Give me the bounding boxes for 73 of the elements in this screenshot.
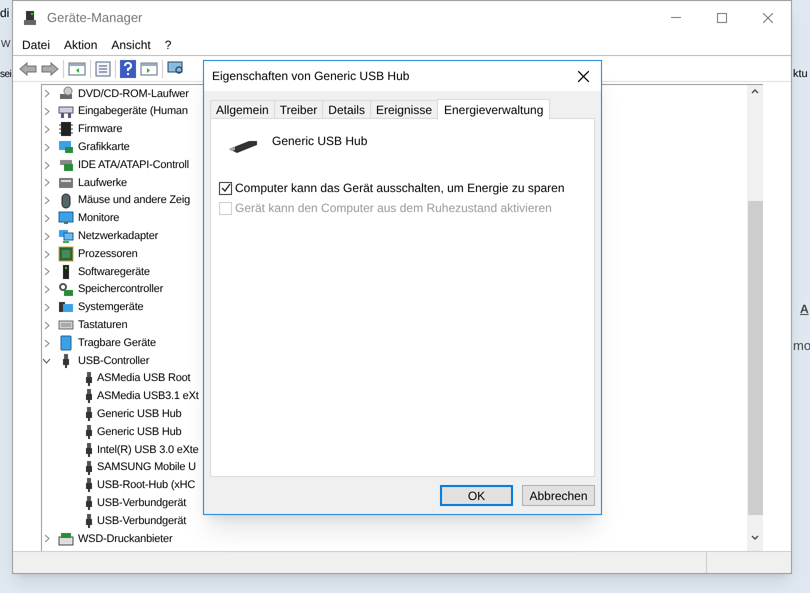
background-text: A — [800, 301, 809, 318]
close-icon — [763, 12, 773, 22]
processor-icon — [58, 246, 74, 262]
tree-item[interactable]: DVD/CD-ROM-Laufwer — [78, 86, 189, 102]
tree-item[interactable]: ASMedia USB Root — [97, 370, 190, 387]
tree-item[interactable]: Monitore — [78, 210, 120, 227]
tree-item[interactable]: IDE ATA/ATAPI-Controll — [78, 156, 189, 174]
background-text: ktu — [793, 67, 808, 82]
checkbox[interactable] — [219, 182, 232, 194]
checkbox-label: Computer kann das Gerät ausschalten, um Energie zu sparen — [235, 180, 565, 197]
tab[interactable]: Ereignisse — [370, 100, 438, 119]
background-text: sei — [0, 68, 12, 82]
tree-item[interactable]: USB-Controller — [78, 352, 150, 370]
menu-item[interactable]: Ansicht — [104, 36, 158, 54]
tree-item[interactable]: ASMedia USB3.1 eXt — [97, 388, 199, 405]
close-icon — [578, 70, 588, 82]
disc-drive-icon — [58, 86, 74, 102]
help-icon[interactable] — [120, 60, 136, 78]
scrollbar[interactable] — [747, 85, 763, 551]
device-manager-icon — [22, 10, 38, 26]
tree-item[interactable]: Eingabegeräte (Human — [78, 103, 188, 120]
monitor-icon — [58, 210, 74, 226]
tree-item[interactable]: Laufwerke — [78, 174, 127, 192]
tree-item[interactable]: Grafikkarte — [78, 139, 130, 156]
action-pane-icon[interactable] — [140, 60, 158, 76]
device-name: Generic USB Hub — [272, 133, 368, 150]
tree-item[interactable]: Firmware — [78, 121, 122, 138]
printer-icon — [58, 530, 74, 547]
tree-item[interactable]: Netzwerkadapter — [78, 228, 158, 245]
window-title: Geräte-Manager — [47, 8, 142, 27]
input-device-icon — [58, 104, 74, 120]
tree-item[interactable]: Mäuse und andere Zeig — [78, 192, 190, 209]
checkbox-label: Gerät kann den Computer aus dem Ruhezustand aktivieren — [235, 200, 552, 217]
tab[interactable]: Allgemein — [210, 100, 275, 119]
chip-icon — [58, 121, 74, 138]
tree-item[interactable]: Generic USB Hub — [97, 424, 182, 440]
tree-item[interactable]: USB-Root-Hub (xHC — [97, 477, 196, 494]
dialog-button[interactable]: OK — [440, 485, 513, 506]
scroll-down-icon[interactable] — [751, 535, 759, 540]
controller-icon — [58, 157, 74, 174]
back-arrow-icon[interactable] — [19, 60, 37, 76]
display-adapter-icon — [58, 139, 74, 156]
tree-item[interactable]: SAMSUNG Mobile U — [97, 459, 196, 476]
tree-item[interactable]: Speichercontroller — [78, 281, 164, 298]
tree-item[interactable]: Prozessoren — [78, 246, 138, 262]
tree-item[interactable]: Tastaturen — [78, 317, 128, 334]
forward-arrow-icon[interactable] — [41, 60, 59, 76]
tree-item[interactable]: Intel(R) USB 3.0 eXte — [97, 442, 199, 458]
scrollbar-thumb[interactable] — [748, 201, 762, 515]
properties-icon[interactable] — [95, 60, 111, 76]
console-tree-icon[interactable] — [68, 60, 86, 76]
dialog-button[interactable]: Abbrechen — [522, 485, 595, 506]
tree-item[interactable]: WSD-Druckanbieter — [78, 530, 172, 548]
tab[interactable]: Energieverwaltung — [437, 99, 550, 120]
background-text: W — [1, 38, 10, 52]
minimize-icon — [671, 17, 681, 18]
menu-item[interactable]: ? — [158, 36, 178, 54]
menu-item[interactable]: Datei — [15, 36, 58, 54]
network-icon — [58, 228, 74, 244]
tree-item[interactable]: Softwaregeräte — [78, 264, 150, 280]
tree-item[interactable]: Systemgeräte — [78, 299, 144, 316]
background-text: di — [0, 5, 10, 22]
scroll-up-icon[interactable] — [751, 89, 759, 94]
tree-item[interactable]: Tragbare Geräte — [78, 334, 156, 352]
dialog-title: Eigenschaften von Generic USB Hub — [212, 68, 410, 85]
maximize-icon — [717, 12, 727, 22]
tree-item[interactable]: USB-Verbundgerät — [97, 512, 186, 530]
tree-item[interactable]: USB-Verbundgerät — [97, 494, 186, 512]
menu-item[interactable]: Aktion — [57, 36, 104, 54]
tablet-icon — [58, 335, 74, 352]
storage-icon — [58, 282, 74, 298]
tree-item[interactable]: Generic USB Hub — [97, 406, 182, 422]
monitor-search-icon[interactable] — [167, 60, 185, 76]
